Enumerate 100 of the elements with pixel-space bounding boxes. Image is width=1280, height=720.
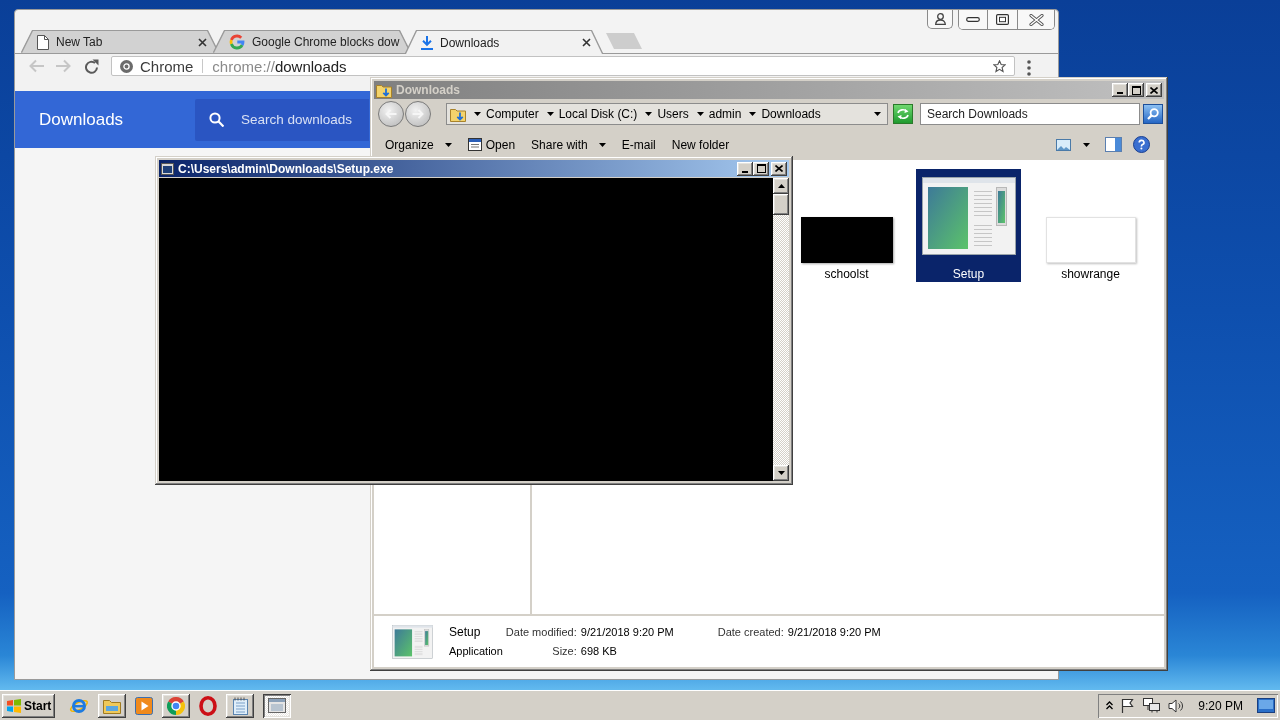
search-icon [209, 112, 224, 127]
caret-icon[interactable] [1083, 142, 1090, 147]
window-thumbnail-icon [392, 624, 433, 659]
caret-icon[interactable] [749, 112, 757, 116]
screen-icon[interactable] [1257, 698, 1275, 713]
window-icon [161, 162, 174, 175]
close-icon [775, 165, 783, 172]
folder-icon [103, 697, 121, 714]
scroll-up-button[interactable] [773, 178, 789, 194]
file-item[interactable]: schoolst [794, 169, 899, 282]
page-title: Downloads [39, 109, 124, 130]
flag-icon[interactable] [1121, 698, 1136, 713]
profile-button[interactable] [927, 10, 953, 29]
forward-arrow-icon [412, 109, 424, 119]
close-icon[interactable] [198, 37, 207, 47]
clock-text[interactable]: 9:20 PM [1198, 698, 1243, 713]
maximize-icon [756, 164, 766, 173]
o-logo-icon[interactable] [199, 695, 217, 716]
search-icon [1147, 108, 1159, 120]
minimize-icon [966, 17, 980, 22]
field-label: Date created: [717, 625, 784, 639]
caret-icon[interactable] [474, 112, 481, 116]
toolbar-button[interactable]: New folder [671, 137, 730, 152]
close-button[interactable] [771, 161, 787, 176]
caret-icon [598, 142, 606, 147]
up-arrow-icon [777, 184, 785, 188]
window-title: C:\Users\admin\Downloads\Setup.exe [178, 161, 394, 176]
search-input[interactable]: Search downloads [241, 112, 356, 127]
minimize-button[interactable] [1112, 83, 1128, 97]
window-icon [268, 698, 286, 713]
origin-label: Chrome [140, 57, 194, 75]
breadcrumb-item[interactable]: admin [708, 107, 742, 121]
forward-button[interactable] [405, 101, 431, 127]
address-field[interactable]: Chrome chrome://downloads [111, 56, 1015, 76]
toolbar-button[interactable]: E-mail [621, 137, 656, 152]
taskbar-button[interactable] [98, 693, 126, 718]
file-item[interactable]: showrange [1038, 169, 1143, 282]
field-value: 9/21/2018 9:20 PM [787, 625, 881, 639]
scroll-thumb[interactable] [773, 194, 789, 215]
field-label: Size: [552, 644, 577, 658]
chevron-up-icon[interactable] [1106, 701, 1114, 710]
maximize-icon [1131, 85, 1141, 95]
file-name: Setup [449, 625, 482, 639]
circle-logo-icon [167, 696, 185, 715]
file-item[interactable]: Setup [916, 169, 1021, 282]
folder-icon [376, 82, 392, 98]
field-label: Date modified: [505, 625, 577, 639]
file-type: Application [449, 644, 503, 658]
taskbar-button[interactable] [226, 693, 254, 718]
field-value: 9/21/2018 9:20 PM [580, 625, 674, 639]
down-arrow-icon [777, 471, 785, 475]
reload-icon[interactable] [84, 58, 99, 74]
play-icon[interactable] [135, 696, 153, 715]
url-text: chrome://downloads [212, 57, 347, 75]
page-icon [37, 34, 49, 50]
scroll-down-button[interactable] [773, 465, 789, 481]
caret-icon[interactable] [696, 112, 704, 116]
refresh-button[interactable] [893, 104, 913, 124]
back-button[interactable] [378, 101, 404, 127]
folder-icon [450, 106, 466, 122]
back-arrow-icon [385, 109, 397, 119]
caret-icon[interactable] [546, 112, 554, 116]
split-pane-icon[interactable] [1105, 137, 1122, 152]
speaker-icon[interactable] [1168, 698, 1185, 713]
taskbar-button[interactable] [263, 693, 291, 718]
breadcrumb-item[interactable]: Users [657, 107, 689, 121]
maximize-button[interactable] [753, 161, 769, 176]
search-field[interactable]: Search Downloads [920, 103, 1140, 125]
close-icon [1150, 86, 1158, 94]
close-icon[interactable] [582, 38, 591, 47]
download-icon [421, 35, 433, 50]
search-button[interactable] [1143, 104, 1163, 124]
maximize-icon [996, 14, 1009, 25]
scrollbar[interactable] [773, 178, 789, 481]
address-bar[interactable]: Computer Local Disk (C:) Users admin Downloads [446, 103, 888, 125]
minimize-button[interactable] [737, 161, 753, 176]
browser-tab[interactable]: New Tab [22, 31, 218, 53]
toolbar-button[interactable]: Open [467, 137, 516, 152]
star-icon[interactable] [993, 59, 1006, 73]
breadcrumb-item[interactable]: Local Disk (C:) [558, 107, 638, 121]
network-icon[interactable] [1143, 698, 1161, 713]
minimize-icon [742, 170, 748, 173]
breadcrumb-item[interactable]: Computer [486, 107, 539, 121]
maximize-button[interactable] [1128, 83, 1144, 97]
caret-icon[interactable] [645, 112, 653, 116]
close-icon [1028, 13, 1044, 26]
close-button[interactable] [1146, 83, 1162, 97]
toolbar-button[interactable]: Share with [531, 137, 606, 152]
minimize-icon [1117, 92, 1123, 94]
browser-tab[interactable]: Google Chrome blocks dow [214, 31, 410, 53]
help-icon[interactable] [1133, 136, 1150, 153]
breadcrumb-item[interactable]: Downloads [761, 107, 821, 121]
window-title: Downloads [396, 83, 460, 97]
caret-icon[interactable] [874, 112, 881, 116]
menu-icon[interactable] [1027, 60, 1031, 76]
taskbar-button[interactable] [162, 693, 190, 718]
e-logo-icon[interactable] [69, 696, 89, 715]
toolbar-button[interactable]: Organize [385, 137, 452, 152]
start-button[interactable]: Start [2, 693, 55, 718]
picture-icon[interactable] [1056, 138, 1071, 151]
